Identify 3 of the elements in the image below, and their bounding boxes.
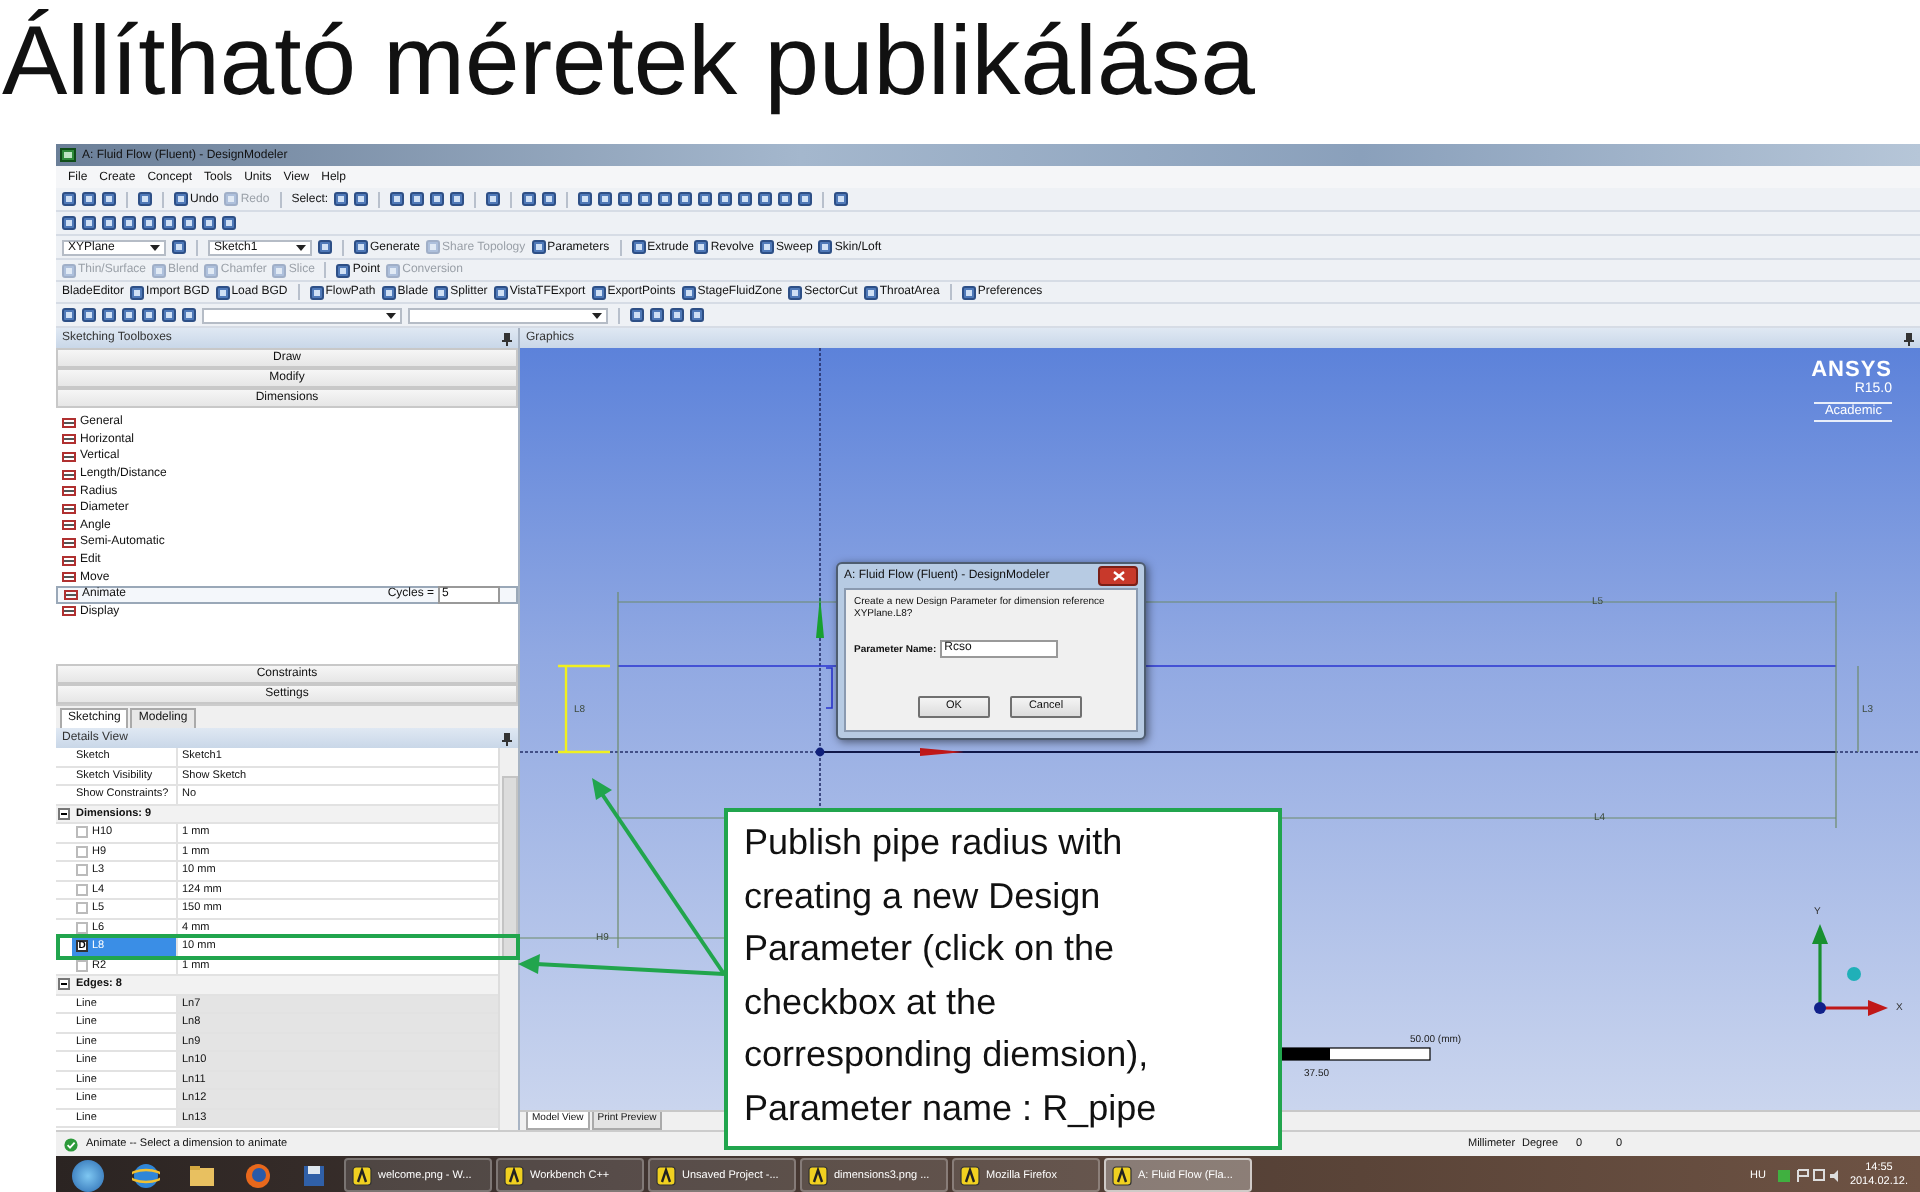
slide-title: Állítható méretek publikálása (0, 6, 1257, 120)
callout-note: Publish pipe radius with creating a new Design Parameter (click on the checkbox at the corresponding diemsion), Parameter name : R_pipe (724, 808, 1282, 1150)
logo-text: ANSYS (1811, 358, 1892, 382)
